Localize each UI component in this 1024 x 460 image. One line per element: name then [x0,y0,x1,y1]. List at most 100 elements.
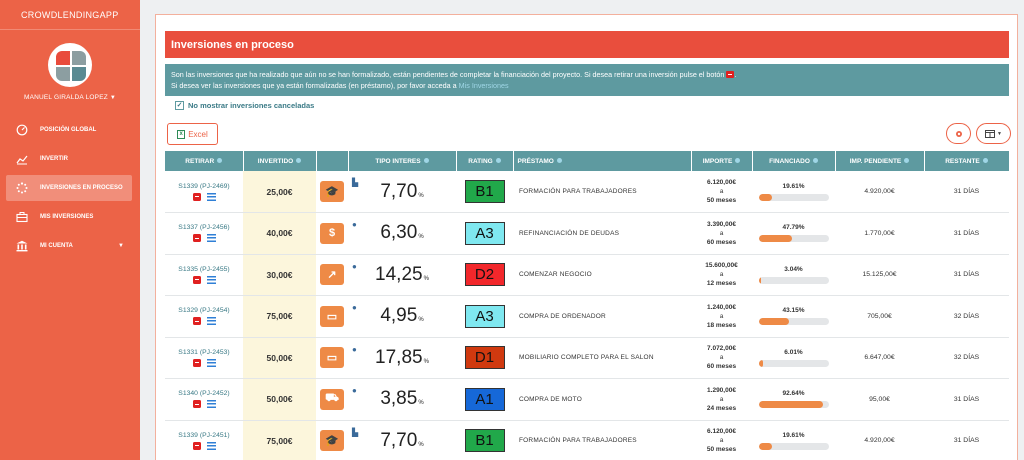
withdraw-icon[interactable] [192,234,201,243]
importe-term: 24 meses [706,404,737,412]
withdraw-icon[interactable] [192,441,201,450]
interest-rate: 14,25 [375,263,423,285]
table-row[interactable]: S1335 (PJ-2455) 30,00€ ↗ ● 14,25% D2 COM… [165,254,1009,296]
list-details-icon[interactable] [206,358,216,367]
info-text-1-end: . [734,70,737,79]
gear-icon [955,130,962,137]
progress-fill [758,235,792,243]
page-title: Inversiones en proceso [165,31,1009,58]
sidebar: CROWDLENDINGAPP MANUEL GIRALDA LOPEZ ▼ PO… [0,0,140,460]
sidebar-item-mis-inversiones[interactable]: MIS INVERSIONES [6,204,132,230]
table-row[interactable]: S1340 (PJ-2452) 50,00€ ⛟ ● 3,85% A1 COMP… [165,378,1009,421]
importe-cell: 3.390,00€ a 60 meses [691,212,752,255]
pendiente-cell: 15.125,00€ [835,254,924,296]
prestamo-name[interactable]: COMPRA DE ORDENADOR [513,295,691,338]
sidebar-item-label: POSICIÓN GLOBAL [40,127,97,133]
financiado-cell: 92.64% [752,378,835,421]
rating-badge: A1 [464,387,505,411]
prestamo-name[interactable]: FORMACIÓN PARA TRABAJADORES [513,420,691,460]
list-details-icon[interactable] [206,400,216,409]
restante-cell: 32 DÍAS [924,295,1009,338]
col-header-tipo-interes[interactable]: TIPO INTERES [348,151,457,171]
excel-export-button[interactable]: x Excel [167,123,218,145]
col-header-imp-pendiente[interactable]: IMP. PENDIENTE [835,151,925,171]
invertido-cell: 25,00€ [243,171,316,213]
interest-rate: 17,85 [375,346,423,368]
info-icon [812,158,818,164]
prestamo-name[interactable]: MOBILIARIO COMPLETO PARA EL SALON [513,337,691,379]
user-icon: ● [352,220,357,229]
list-details-icon[interactable] [206,317,216,326]
investment-id-link[interactable]: S1335 (PJ-2455) [165,266,243,273]
user-menu[interactable]: MANUEL GIRALDA LOPEZ ▼ [0,94,140,101]
list-details-icon[interactable] [206,234,216,243]
interest-rate: 7,70 [380,429,418,451]
excel-file-icon: x [177,129,186,139]
withdraw-icon[interactable] [192,192,201,201]
progress-bar [758,276,829,284]
info-icon [495,158,501,164]
investment-id-link[interactable]: S1340 (PJ-2452) [165,390,243,397]
restante-cell: 31 DÍAS [924,254,1009,296]
avatar[interactable] [48,43,92,87]
importe-term: 50 meses [706,197,737,204]
importe-a: a [719,395,724,403]
retirar-cell: S1331 (PJ-2453) [165,337,243,379]
percent-sign: % [418,192,424,199]
sidebar-item-inversiones-en-proceso[interactable]: INVERSIONES EN PROCESO [6,175,132,201]
investment-id-link[interactable]: S1331 (PJ-2453) [165,349,243,356]
withdraw-icon[interactable] [192,275,201,284]
progress-fill [758,442,773,450]
prestamo-name[interactable]: COMPRA DE MOTO [513,378,691,421]
table-row[interactable]: S1329 (PJ-2454) 75,00€ ▭ ● 4,95% A3 COMP… [165,295,1009,338]
col-header-invertido[interactable]: INVERTIDO [243,151,317,171]
prestamo-name[interactable]: COMENZAR NEGOCIO [513,254,691,296]
financiado-cell: 19.61% [752,420,835,460]
investment-id-link[interactable]: S1339 (PJ-2469) [165,183,243,190]
table-header-row: RETIRAR INVERTIDO TIPO INTERES RATING PR… [165,151,1010,171]
rating-cell: A1 [456,378,513,421]
col-header-retirar[interactable]: RETIRAR [165,151,244,171]
mis-inversiones-link[interactable]: Mis Inversiones [459,81,509,90]
withdraw-icon[interactable] [192,358,201,367]
investment-id-link[interactable]: S1337 (PJ-2456) [165,224,243,231]
col-header-rating[interactable]: RATING [456,151,514,171]
col-header-restante[interactable]: RESTANTE [924,151,1010,171]
sidebar-item-mi-cuenta[interactable]: MI CUENTA ▼ [6,233,132,259]
pendiente-cell: 95,00€ [835,378,924,421]
importe-a: a [719,354,724,362]
importe-a: a [719,312,724,320]
table-row[interactable]: S1339 (PJ-2469) 25,00€ 🎓 ▙ 7,70% B1 FORM… [165,171,1009,213]
info-icon [982,158,988,164]
prestamo-name[interactable]: REFINANCIACIÓN DE DEUDAS [513,212,691,255]
columns-toggle-button[interactable]: ▼ [976,123,1011,144]
list-details-icon[interactable] [206,275,216,284]
sidebar-item-posicion-global[interactable]: POSICIÓN GLOBAL [6,117,132,143]
investment-id-link[interactable]: S1339 (PJ-2451) [165,432,243,439]
list-details-icon[interactable] [206,441,216,450]
list-details-icon[interactable] [206,192,216,201]
hide-cancelled-toggle[interactable]: ✓ No mostrar inversiones canceladas [175,101,314,110]
rating-cell: A3 [456,295,513,338]
prestamo-name[interactable]: FORMACIÓN PARA TRABAJADORES [513,171,691,213]
importe-term: 18 meses [706,321,737,329]
col-header-financiado[interactable]: FINANCIADO [752,151,836,171]
sidebar-item-invertir[interactable]: INVERTIR [6,146,132,172]
info-icon [296,158,302,164]
importe-cell: 6.120,00€ a 50 meses [691,420,752,460]
withdraw-icon[interactable] [192,317,201,326]
graduation-cap-icon: 🎓 [320,430,344,452]
checkbox-checked-icon[interactable]: ✓ [175,101,184,110]
table-row[interactable]: S1331 (PJ-2453) 50,00€ ▭ ● 17,85% D1 MOB… [165,337,1009,379]
settings-button[interactable] [946,123,971,144]
interest-rate: 4,95 [380,305,418,327]
table-row[interactable]: S1337 (PJ-2456) 40,00€ $ ● 6,30% A3 REFI… [165,212,1009,255]
col-header-prestamo[interactable]: PRÉSTAMO [513,151,692,171]
progress-bar [758,401,829,409]
investment-id-link[interactable]: S1329 (PJ-2454) [165,307,243,314]
table-row[interactable]: S1339 (PJ-2451) 75,00€ 🎓 ▙ 7,70% B1 FORM… [165,420,1009,460]
brand-name[interactable]: CROWDLENDINGAPP [0,0,140,30]
col-header-importe[interactable]: IMPORTE [691,151,753,171]
financiado-cell: 47.79% [752,212,835,255]
withdraw-icon[interactable] [192,400,201,409]
